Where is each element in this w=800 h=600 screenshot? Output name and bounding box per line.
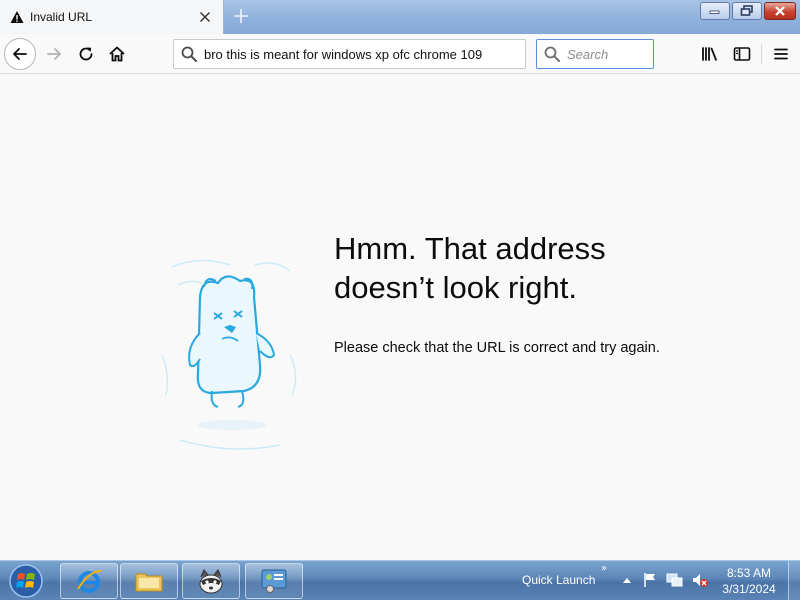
address-bar-text[interactable]: bro this is meant for windows xp ofc chr… (204, 47, 525, 62)
clock-time: 8:53 AM (726, 566, 772, 580)
error-heading-line2: doesn’t look right. (334, 270, 577, 305)
quick-launch-label[interactable]: Quick Launch (522, 573, 595, 587)
back-arrow-icon (13, 48, 27, 60)
warning-icon (10, 10, 24, 24)
plus-icon (234, 9, 248, 23)
tab-invalid-url[interactable]: Invalid URL (0, 0, 224, 34)
tab-title: Invalid URL (30, 10, 93, 24)
internet-explorer-icon (77, 570, 102, 593)
page-content: Hmm. That address doesn’t look right. Pl… (0, 75, 800, 560)
tab-strip: Invalid URL (0, 0, 800, 34)
taskbar-internet-explorer[interactable] (60, 563, 118, 599)
menu-button[interactable] (769, 42, 793, 66)
restore-icon (740, 5, 753, 16)
window-close-button[interactable] (764, 2, 796, 20)
error-heading: Hmm. That address doesn’t look right. (334, 229, 754, 307)
confused-critter-illustration (160, 255, 305, 475)
home-icon (109, 46, 125, 62)
minimize-icon (709, 10, 720, 14)
taskbar-browser-app[interactable] (182, 563, 240, 599)
volume-tray[interactable] (691, 571, 709, 589)
sidebar-icon (733, 47, 751, 61)
action-center-tray[interactable] (641, 571, 659, 589)
clock-date: 3/31/2024 (722, 582, 776, 596)
search-icon (544, 46, 560, 62)
forward-button[interactable] (38, 38, 70, 70)
back-button[interactable] (4, 38, 36, 70)
window-controls (700, 2, 796, 20)
sidebar-button[interactable] (730, 42, 754, 66)
raccoon-icon (199, 569, 223, 594)
address-bar[interactable]: bro this is meant for windows xp ofc chr… (173, 39, 526, 69)
folder-icon (135, 573, 163, 592)
new-tab-button[interactable] (230, 5, 252, 27)
library-button[interactable] (698, 42, 722, 66)
reload-button[interactable] (70, 38, 102, 70)
error-heading-line1: Hmm. That address (334, 231, 606, 266)
start-button[interactable] (6, 562, 46, 600)
home-button[interactable] (101, 38, 133, 70)
chevron-up-icon (623, 578, 631, 583)
restore-button[interactable] (732, 2, 762, 20)
hamburger-menu-icon (774, 48, 788, 60)
volume-muted-icon (693, 574, 708, 587)
forward-arrow-icon (47, 48, 61, 60)
network-tray[interactable] (666, 571, 684, 589)
system-clock[interactable]: 8:53 AM 3/31/2024 (716, 565, 782, 597)
flag-icon (644, 573, 655, 587)
search-icon (181, 46, 197, 62)
reload-icon (79, 47, 93, 61)
toolbar-separator (761, 44, 762, 64)
search-placeholder[interactable]: Search (567, 47, 608, 62)
taskbar-file-explorer[interactable] (120, 563, 178, 599)
taskbar-control-panel[interactable] (245, 563, 303, 599)
windows-start-orb-icon (9, 564, 43, 598)
navigation-toolbar: bro this is meant for windows xp ofc chr… (0, 34, 800, 74)
quick-launch-chevron[interactable]: » (601, 563, 607, 574)
close-icon (775, 6, 785, 16)
search-box[interactable]: Search (536, 39, 654, 69)
show-hidden-icons-button[interactable] (618, 571, 636, 589)
show-desktop-button[interactable] (788, 561, 800, 600)
library-icon (702, 47, 717, 61)
tab-close-icon[interactable] (197, 9, 213, 25)
taskbar: Quick Launch » 8:53 AM 3/31/2024 (0, 560, 800, 600)
network-icon (666, 573, 683, 587)
minimize-button[interactable] (700, 2, 730, 20)
control-panel-icon (261, 569, 287, 593)
error-description: Please check that the URL is correct and… (334, 340, 660, 356)
